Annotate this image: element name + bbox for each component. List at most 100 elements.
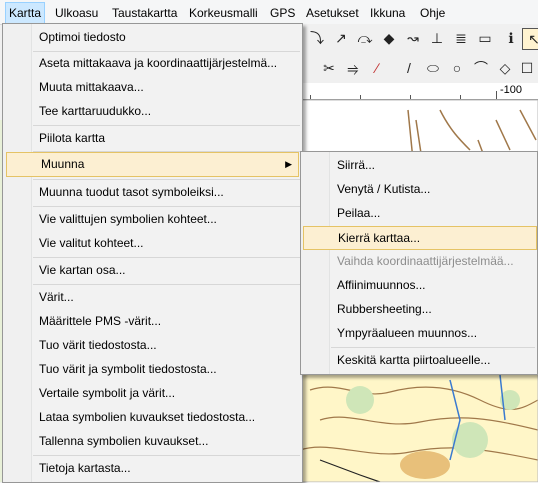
menu-item-label: Tietoja kartasta...: [39, 461, 131, 475]
menu-ulkoasu[interactable]: Ulkoasu: [55, 6, 98, 20]
menu-taustakartta[interactable]: Taustakartta: [112, 6, 177, 20]
menu-separator: [33, 206, 300, 207]
menu-item-varit[interactable]: Värit...: [5, 286, 300, 308]
stack-icon[interactable]: ≣: [450, 28, 472, 48]
menu-item-tuo-varit-symbolit[interactable]: Tuo värit ja symbolit tiedostosta...: [5, 358, 300, 380]
ruler-tick: [460, 95, 461, 99]
submenu-item-rubbersheeting[interactable]: Rubbersheeting...: [303, 298, 535, 320]
menu-item-label: Määrittele PMS -värit...: [39, 314, 162, 328]
muunna-submenu: Siirrä... Venytä / Kutista... Peilaa... …: [300, 151, 538, 375]
menu-item-label: Värit...: [39, 290, 74, 304]
menu-gps[interactable]: GPS: [270, 6, 295, 20]
rectangle-icon[interactable]: ◇: [494, 58, 516, 78]
menu-item-label: Affiinimuunnos...: [337, 278, 426, 292]
polygon-icon[interactable]: ☐: [516, 58, 538, 78]
menu-item-optimoi[interactable]: Optimoi tiedosto: [5, 26, 300, 48]
line-tool-icon[interactable]: ⤵: [306, 28, 328, 48]
menu-item-label: Aseta mittakaava ja koordinaattijärjeste…: [39, 56, 278, 70]
freehand-icon[interactable]: ⌒: [470, 58, 492, 78]
menu-item-label: Muunna tuodut tasot symboleiksi...: [39, 185, 224, 199]
menu-separator: [33, 179, 300, 180]
kartta-menu: Optimoi tiedosto Aseta mittakaava ja koo…: [2, 23, 303, 483]
menu-separator: [33, 284, 300, 285]
menu-item-label: Siirrä...: [337, 158, 376, 172]
ellipse-icon[interactable]: ⬭: [422, 58, 444, 78]
menu-item-label: Vie kartan osa...: [39, 263, 126, 277]
menu-item-aseta-mittakaava[interactable]: Aseta mittakaava ja koordinaattijärjeste…: [5, 52, 300, 74]
menu-item-label: Rubbersheeting...: [337, 302, 432, 316]
scissors-icon[interactable]: ✂: [318, 58, 340, 78]
submenu-item-kierra[interactable]: Kierrä karttaa...: [303, 226, 537, 250]
menu-separator: [33, 257, 300, 258]
menu-bar: Kartta Ulkoasu Taustakartta Korkeusmalli…: [0, 0, 538, 25]
menu-ikkuna[interactable]: Ikkuna: [370, 6, 405, 20]
menu-item-muunna[interactable]: Muunna ▶: [6, 152, 299, 177]
menu-item-label: Tallenna symbolien kuvaukset...: [39, 434, 209, 448]
submenu-arrow-icon: ▶: [285, 159, 292, 169]
menu-separator: [33, 455, 300, 456]
toolbar-area: ⤵ ↗ ⤼ ◆ ↝ ⊥ ≣ ▭ ℹ ↖ ✂ ⥤ ∕ / ⬭ ○ ⌒ ◇ ☐: [300, 24, 538, 82]
menu-separator: [331, 347, 535, 348]
menu-item-tietoja-kartasta[interactable]: Tietoja kartasta...: [5, 457, 300, 479]
menu-item-label: Vie valitut kohteet...: [39, 236, 144, 250]
menu-item-piilota-kartta[interactable]: Piilota kartta: [5, 127, 300, 149]
menu-item-label: Peilaa...: [337, 206, 381, 220]
submenu-item-venyta[interactable]: Venytä / Kutista...: [303, 178, 535, 200]
menu-item-label: Vertaile symbolit ja värit...: [39, 386, 176, 400]
pointer-tool-icon[interactable]: ↖: [522, 28, 538, 50]
menu-item-label: Keskitä kartta piirtoalueelle...: [337, 353, 491, 367]
submenu-item-vaihda-koordinaatti: Vaihda koordinaattijärjestelmää...: [303, 250, 535, 272]
menu-item-muunna-tasot[interactable]: Muunna tuodut tasot symboleiksi...: [5, 181, 300, 203]
menu-kartta[interactable]: Kartta: [5, 2, 46, 25]
menu-asetukset[interactable]: Asetukset: [306, 6, 359, 20]
menu-item-muuta-mittakaava[interactable]: Muuta mittakaava...: [5, 76, 300, 98]
red-line-icon[interactable]: ∕: [366, 58, 388, 78]
menu-item-tuo-varit[interactable]: Tuo värit tiedostosta...: [5, 334, 300, 356]
menu-item-karttaruudukko[interactable]: Tee karttaruudukko...: [5, 100, 300, 122]
horizontal-ruler: -100: [300, 83, 538, 100]
menu-item-label: Muunna: [41, 157, 85, 171]
menu-item-label: Optimoi tiedosto: [39, 30, 126, 44]
ruler-tick: [360, 95, 361, 99]
submenu-item-affiini[interactable]: Affiinimuunnos...: [303, 274, 535, 296]
menu-item-vie-kartan-osa[interactable]: Vie kartan osa...: [5, 259, 300, 281]
straight-line-icon[interactable]: /: [398, 58, 420, 78]
menu-item-label: Tuo värit ja symbolit tiedostosta...: [39, 362, 217, 376]
menu-item-label: Venytä / Kutista...: [337, 182, 431, 196]
submenu-item-peilaa[interactable]: Peilaa...: [303, 202, 535, 224]
menu-item-vie-valitut-kohteet[interactable]: Vie valitut kohteet...: [5, 232, 300, 254]
menu-separator: [33, 125, 300, 126]
cut-line-icon[interactable]: ↝: [402, 28, 424, 48]
submenu-item-ympyraalue[interactable]: Ympyräalueen muunnos...: [303, 322, 535, 344]
eraser-icon[interactable]: ◆: [378, 28, 400, 48]
menu-item-tallenna-kuvaukset[interactable]: Tallenna symbolien kuvaukset...: [5, 430, 300, 452]
menu-item-label: Vie valittujen symbolien kohteet...: [39, 212, 217, 226]
ruler-tick: [496, 91, 497, 99]
submenu-item-keskita[interactable]: Keskitä kartta piirtoalueelle...: [303, 349, 535, 371]
menu-item-vertaile[interactable]: Vertaile symbolit ja värit...: [5, 382, 300, 404]
ruler-tick: [310, 95, 311, 99]
ruler-tool-icon[interactable]: ▭: [474, 28, 496, 48]
submenu-item-siirra[interactable]: Siirrä...: [303, 154, 535, 176]
align-icon[interactable]: ⊥: [426, 28, 448, 48]
menu-item-label: Piilota kartta: [39, 131, 106, 145]
menu-item-label: Kierrä karttaa...: [338, 231, 421, 245]
menu-korkeusmalli[interactable]: Korkeusmalli: [189, 6, 258, 20]
curve-tool-icon[interactable]: ↗: [330, 28, 352, 48]
menu-item-label: Lataa symbolien kuvaukset tiedostosta...: [39, 410, 256, 424]
menu-item-label: Ympyräalueen muunnos...: [337, 326, 478, 340]
info-icon[interactable]: ℹ: [500, 28, 522, 48]
ruler-label: -100: [500, 84, 523, 96]
menu-item-label: Vaihda koordinaattijärjestelmää...: [337, 254, 514, 268]
menu-item-label: Tee karttaruudukko...: [39, 104, 152, 118]
ruler-tick: [410, 95, 411, 99]
edit-object-icon[interactable]: ⤼: [354, 28, 376, 48]
menu-item-lataa-kuvaukset[interactable]: Lataa symbolien kuvaukset tiedostosta...: [5, 406, 300, 428]
menu-item-label: Muuta mittakaava...: [39, 80, 144, 94]
circle-icon[interactable]: ○: [446, 58, 468, 78]
menu-item-vie-symbolien-kohteet[interactable]: Vie valittujen symbolien kohteet...: [5, 208, 300, 230]
menu-item-label: Tuo värit tiedostosta...: [39, 338, 157, 352]
menu-item-pms-varit[interactable]: Määrittele PMS -värit...: [5, 310, 300, 332]
menu-ohje[interactable]: Ohje: [420, 6, 445, 20]
split-icon[interactable]: ⥤: [342, 58, 364, 78]
